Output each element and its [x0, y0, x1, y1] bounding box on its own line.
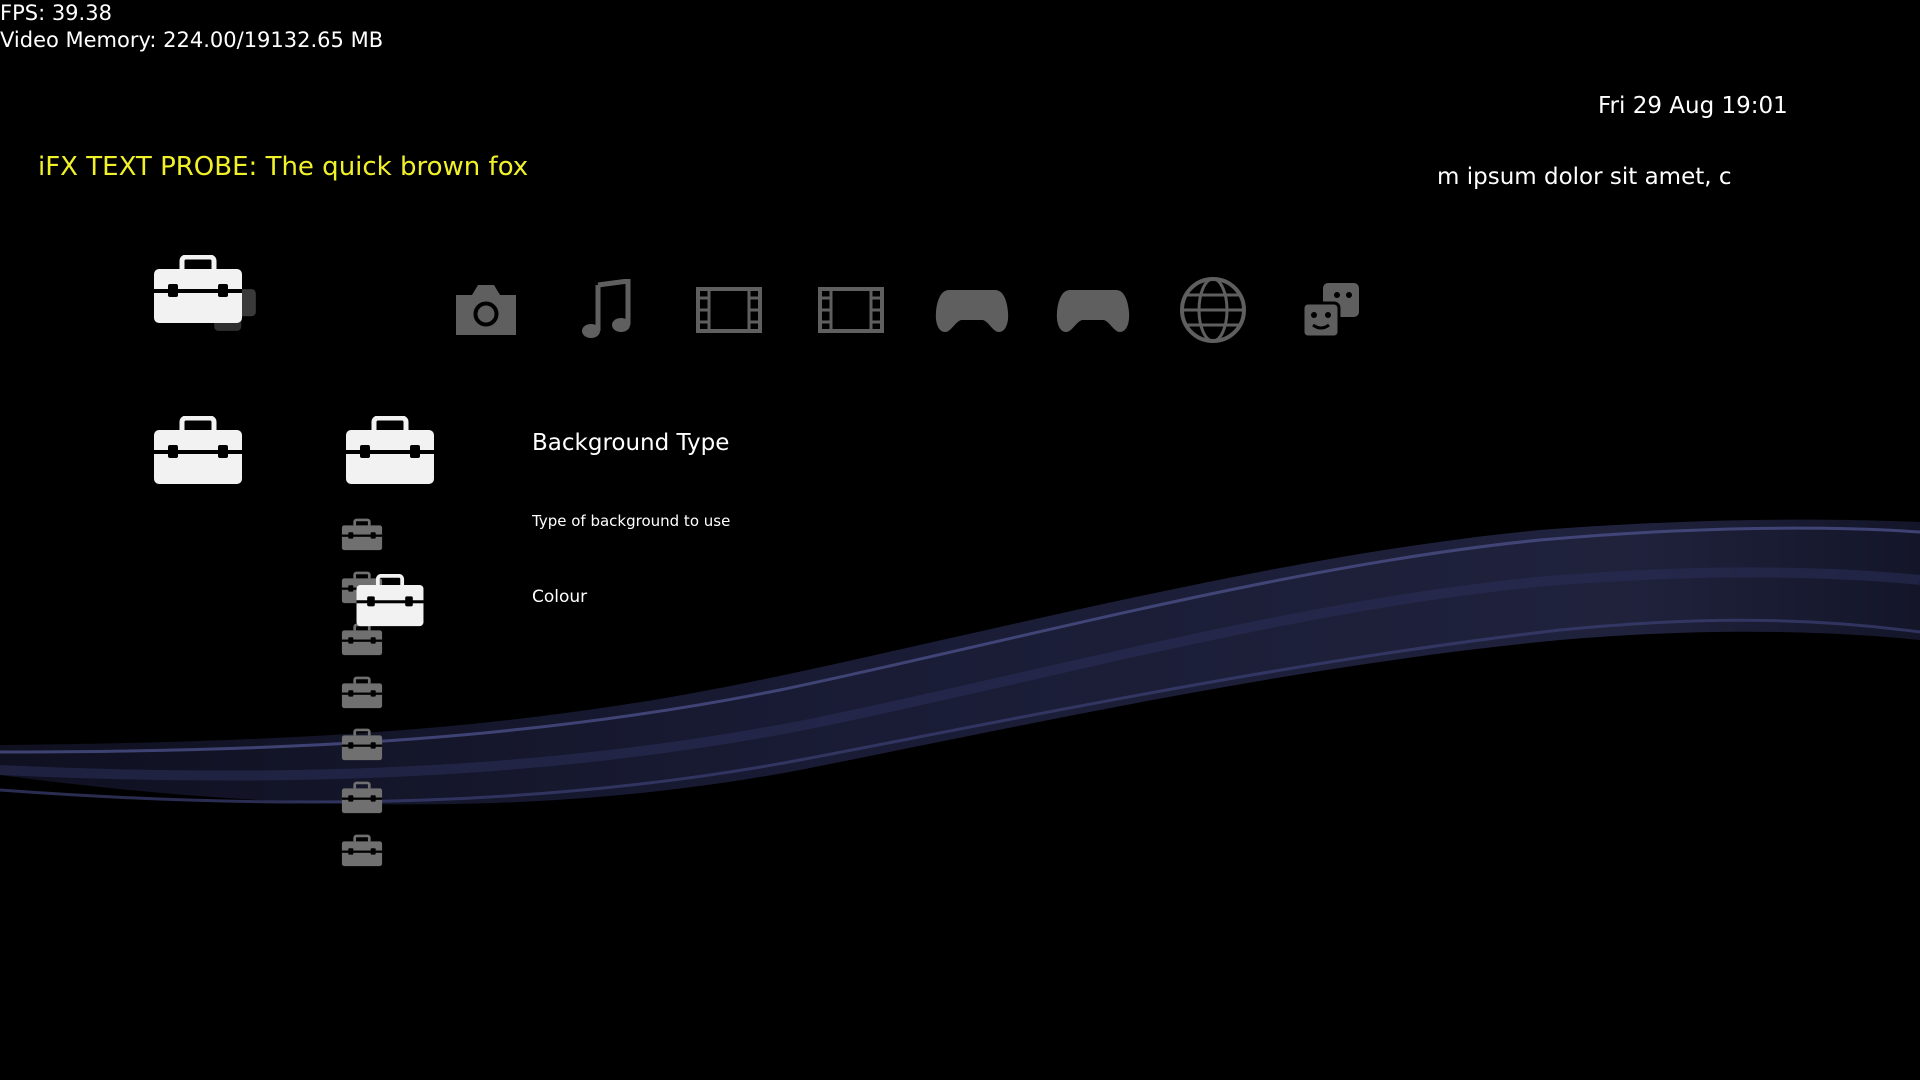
setting-value[interactable]: Colour [532, 587, 587, 607]
film-strip-icon[interactable] [684, 268, 774, 352]
toolbox-icon[interactable] [340, 675, 384, 711]
scrolling-ticker: m ipsum dolor sit amet, cc [1437, 164, 1731, 190]
setting-description: Type of background to use [532, 512, 731, 530]
toolbox-icon[interactable] [354, 572, 426, 630]
toolbox-icon[interactable] [340, 780, 384, 816]
film-strip-icon[interactable] [806, 268, 896, 352]
clock: Fri 29 Aug 19:01 [1598, 93, 1788, 119]
camera-icon[interactable] [441, 268, 531, 352]
toolbox-icon[interactable] [340, 833, 384, 869]
fps-counter: FPS: 39.38 [0, 1, 112, 25]
text-probe-banner: iFX TEXT PROBE: The quick brown fox [38, 152, 529, 182]
toolbox-icon [150, 413, 246, 489]
music-note-icon[interactable] [563, 268, 653, 352]
toolbox-icon[interactable] [150, 252, 246, 328]
gamepad-icon[interactable] [927, 268, 1017, 352]
setting-title[interactable]: Background Type [532, 430, 729, 456]
gamepad-icon[interactable] [1048, 268, 1138, 352]
toolbox-icon[interactable] [340, 517, 384, 553]
globe-icon[interactable] [1168, 268, 1258, 352]
toolbox-icon[interactable] [342, 413, 438, 489]
video-memory-readout: Video Memory: 224.00/19132.65 MB [0, 28, 384, 52]
toolbox-icon[interactable] [340, 727, 384, 763]
friends-icon[interactable] [1286, 268, 1376, 352]
